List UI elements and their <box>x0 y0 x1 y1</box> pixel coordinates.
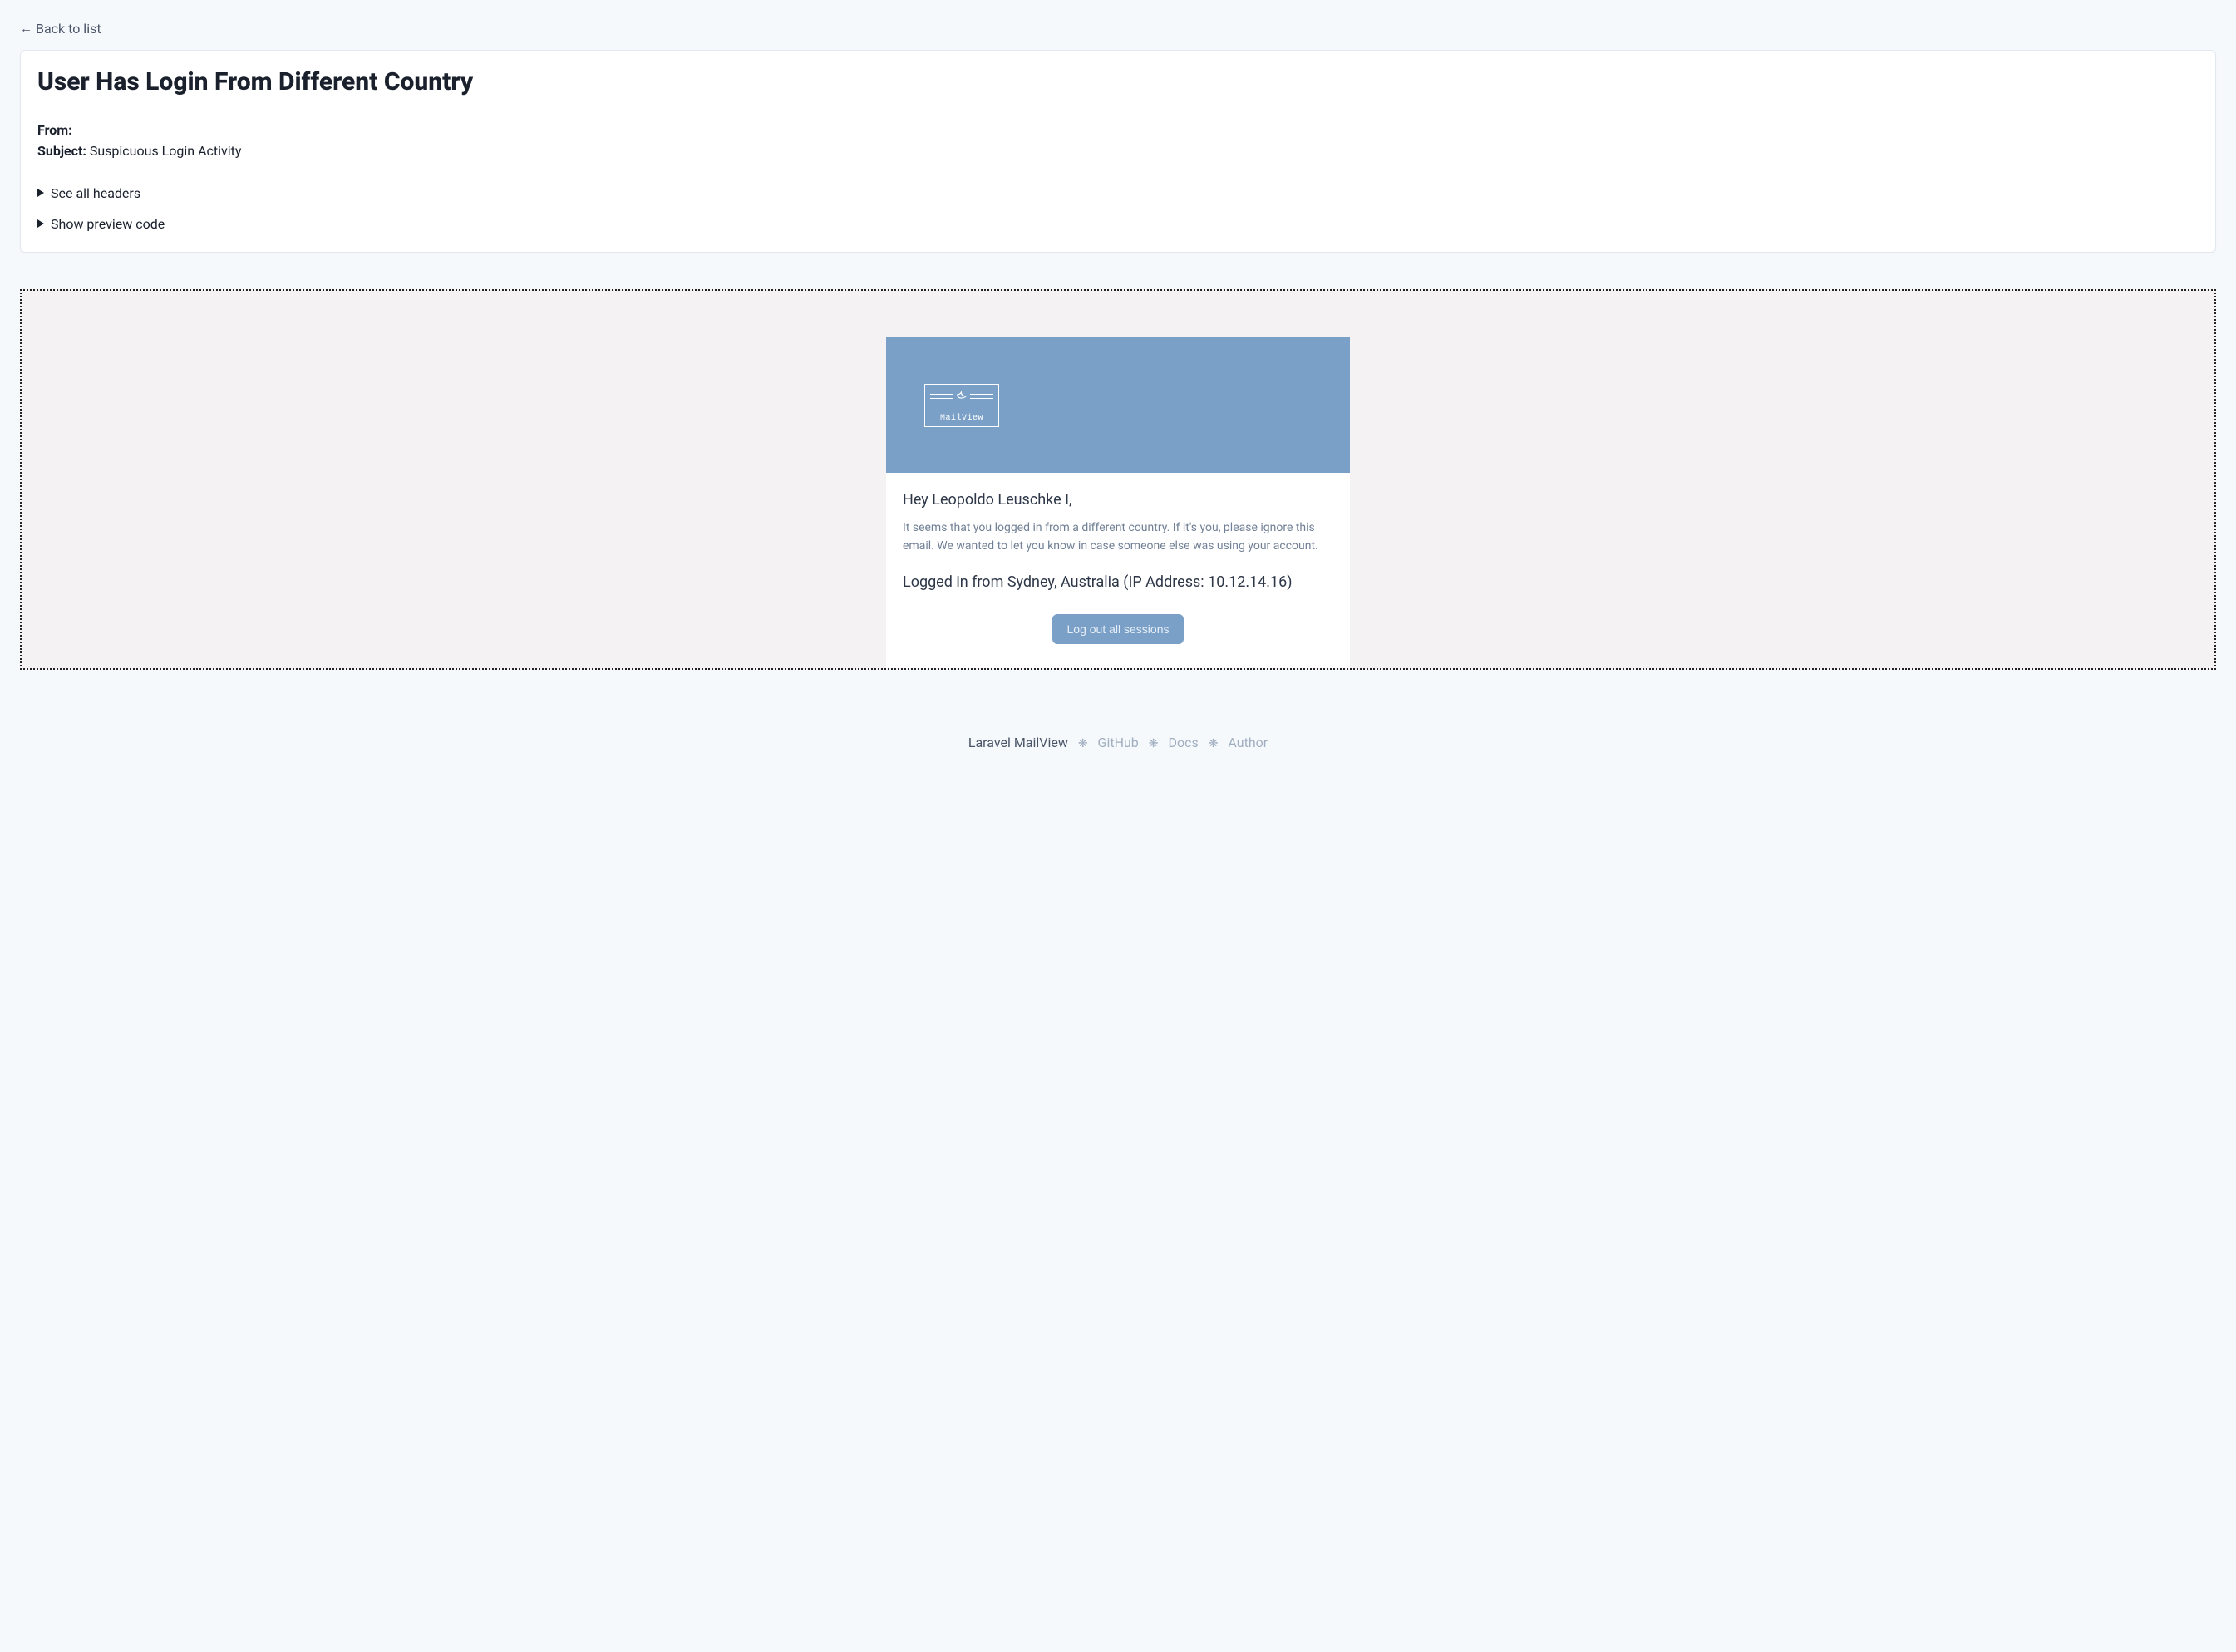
footer-link-author[interactable]: Author <box>1228 735 1268 750</box>
triangle-right-icon <box>37 219 44 228</box>
from-line: From: <box>37 120 2199 141</box>
footer-link-docs[interactable]: Docs <box>1168 735 1198 750</box>
mail-meta: From: Subject: Suspicuous Login Activity <box>37 120 2199 162</box>
email-preview-frame: MailView Hey Leopoldo Leuschke I, It see… <box>20 289 2216 670</box>
back-to-list-link[interactable]: ← Back to list <box>20 21 101 37</box>
logo-lines-left-icon <box>930 391 953 399</box>
page-footer: Laravel MailView ❋ GitHub ❋ Docs ❋ Autho… <box>20 735 2216 767</box>
show-preview-code-summary[interactable]: Show preview code <box>37 216 2199 232</box>
email-header: MailView <box>886 337 1350 473</box>
logo-text: MailView <box>940 414 983 423</box>
page-title: User Has Login From Different Country <box>37 67 2199 96</box>
email-body: Hey Leopoldo Leuschke I, It seems that y… <box>886 473 1350 670</box>
subject-label: Subject: <box>37 143 86 159</box>
logout-all-sessions-button[interactable]: Log out all sessions <box>1052 614 1184 644</box>
back-to-list-label: Back to list <box>36 21 101 37</box>
subject-value: Suspicuous Login Activity <box>90 143 242 159</box>
footer-separator-icon: ❋ <box>1209 737 1219 750</box>
see-all-headers-label: See all headers <box>51 185 140 201</box>
footer-link-github[interactable]: GitHub <box>1098 735 1139 750</box>
see-all-headers-summary[interactable]: See all headers <box>37 185 2199 201</box>
email-greeting: Hey Leopoldo Leuschke I, <box>903 491 1333 509</box>
see-all-headers-disclosure[interactable]: See all headers <box>37 185 2199 201</box>
show-preview-code-disclosure[interactable]: Show preview code <box>37 216 2199 232</box>
subject-line: Subject: Suspicuous Login Activity <box>37 140 2199 162</box>
logo-lines-right-icon <box>970 391 993 399</box>
arrow-left-icon: ← <box>20 21 32 36</box>
mail-info-card: User Has Login From Different Country Fr… <box>20 50 2216 253</box>
email-container: MailView Hey Leopoldo Leuschke I, It see… <box>886 337 1350 670</box>
footer-brand: Laravel MailView <box>968 735 1068 750</box>
mailview-logo: MailView <box>924 384 999 427</box>
email-paragraph: It seems that you logged in from a diffe… <box>903 519 1333 556</box>
from-label: From: <box>37 122 72 138</box>
triangle-right-icon <box>37 189 44 197</box>
footer-separator-icon: ❋ <box>1149 737 1159 750</box>
email-login-detail: Logged in from Sydney, Australia (IP Add… <box>903 573 1333 591</box>
bird-icon <box>956 389 968 401</box>
footer-separator-icon: ❋ <box>1078 737 1088 750</box>
show-preview-code-label: Show preview code <box>51 216 165 232</box>
logo-top-row <box>925 389 998 401</box>
